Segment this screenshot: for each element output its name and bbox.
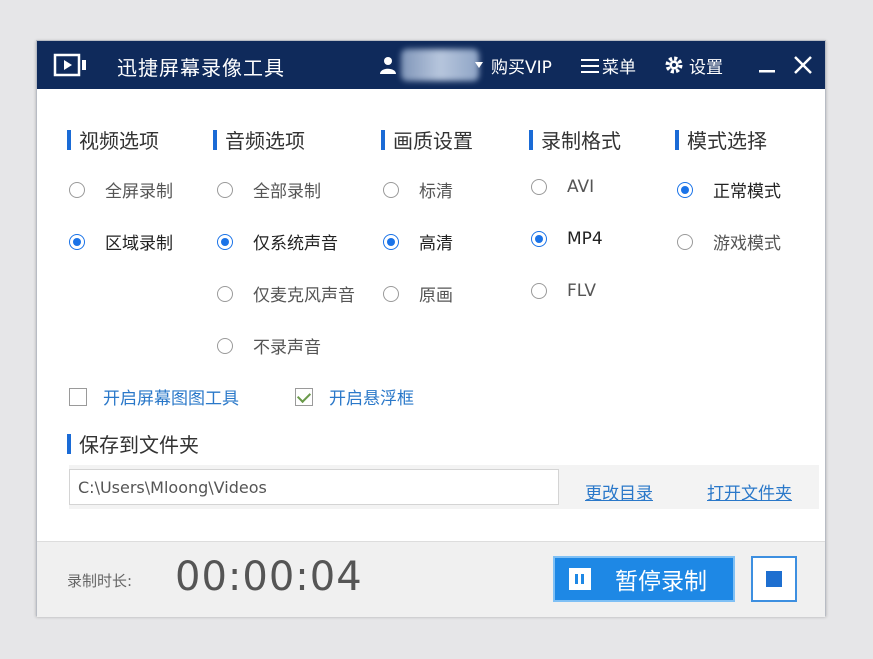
quality-settings-heading: 画质设置	[381, 125, 473, 154]
annotation-tool-label[interactable]: 开启屏幕图图工具	[103, 384, 239, 409]
record-format-heading: 录制格式	[529, 125, 621, 154]
change-directory-link[interactable]: 更改目录	[585, 479, 653, 504]
app-window: 迅捷屏幕录像工具 购买VIP 菜单 设置 视频选项 音频选项 画质设置 录制格式…	[36, 40, 826, 617]
video-options-heading: 视频选项	[67, 125, 159, 154]
quality-settings-title: 画质设置	[393, 129, 473, 153]
user-icon[interactable]	[379, 55, 397, 75]
radio-no-audio[interactable]: 不录声音	[217, 333, 321, 358]
radio-circle[interactable]	[69, 181, 85, 198]
option-label: MP4	[567, 229, 603, 249]
screen-recorder-logo-icon	[53, 53, 86, 77]
option-label: 高清	[419, 234, 453, 254]
save-path-input[interactable]	[69, 469, 559, 505]
buy-vip-link[interactable]: 购买VIP	[491, 53, 552, 78]
radio-circle[interactable]	[217, 181, 233, 198]
radio-game-mode[interactable]: 游戏模式	[677, 229, 781, 254]
option-label: 正常模式	[713, 182, 781, 202]
heading-bar	[67, 129, 71, 150]
option-label: 仅系统声音	[253, 234, 338, 254]
option-label: AVI	[567, 177, 595, 197]
radio-circle-selected[interactable]	[383, 233, 399, 250]
radio-circle[interactable]	[677, 233, 693, 250]
option-label: 标清	[419, 182, 453, 202]
option-label: 仅麦克风声音	[253, 286, 355, 306]
radio-circle[interactable]	[383, 285, 399, 302]
radio-normal-mode[interactable]: 正常模式	[677, 177, 781, 202]
radio-circle[interactable]	[531, 179, 547, 195]
floating-window-checkbox-row[interactable]: 开启悬浮框	[295, 384, 414, 409]
close-icon[interactable]	[789, 51, 817, 79]
mode-select-title: 模式选择	[687, 129, 767, 153]
user-dropdown-arrow-icon[interactable]	[475, 62, 483, 68]
pause-icon	[569, 568, 591, 590]
option-label: 全部录制	[253, 182, 321, 202]
option-label: FLV	[567, 281, 597, 301]
title-bar: 迅捷屏幕录像工具 购买VIP 菜单 设置	[37, 41, 825, 89]
mode-select-heading: 模式选择	[675, 125, 767, 154]
floating-window-label[interactable]: 开启悬浮框	[329, 384, 414, 409]
user-name-blurred[interactable]	[401, 49, 479, 81]
radio-circle-selected[interactable]	[531, 231, 547, 247]
radio-format-mp4[interactable]: MP4	[531, 229, 603, 249]
option-label: 区域录制	[105, 234, 173, 254]
annotation-tool-checkbox-row[interactable]: 开启屏幕图图工具	[69, 384, 239, 409]
radio-circle[interactable]	[217, 337, 233, 354]
option-label: 游戏模式	[713, 234, 781, 254]
radio-circle-selected[interactable]	[677, 181, 693, 198]
save-folder-title: 保存到文件夹	[79, 433, 199, 457]
stop-recording-button[interactable]	[751, 556, 797, 602]
radio-circle-selected[interactable]	[69, 233, 85, 250]
video-options-title: 视频选项	[79, 129, 159, 153]
option-label: 全屏录制	[105, 182, 173, 202]
heading-bar	[213, 129, 217, 150]
menu-button[interactable]: 菜单	[602, 53, 636, 78]
heading-bar	[67, 433, 71, 454]
save-folder-heading: 保存到文件夹	[67, 429, 199, 458]
minimize-icon[interactable]	[753, 51, 781, 79]
radio-circle[interactable]	[217, 285, 233, 302]
radio-region-record[interactable]: 区域录制	[69, 229, 173, 254]
open-folder-link[interactable]: 打开文件夹	[707, 479, 792, 504]
heading-bar	[529, 129, 533, 150]
floating-window-checkbox[interactable]	[295, 387, 313, 406]
option-label: 原画	[419, 286, 453, 306]
heading-bar	[381, 129, 385, 150]
radio-fullscreen-record[interactable]: 全屏录制	[69, 177, 173, 202]
radio-original-quality[interactable]: 原画	[383, 281, 453, 306]
radio-standard-quality[interactable]: 标清	[383, 177, 453, 202]
radio-circle[interactable]	[383, 181, 399, 198]
pause-recording-button[interactable]: 暂停录制	[553, 556, 735, 602]
radio-microphone-only[interactable]: 仅麦克风声音	[217, 281, 355, 306]
option-label: 不录声音	[253, 338, 321, 358]
gear-icon[interactable]	[665, 56, 683, 74]
radio-format-avi[interactable]: AVI	[531, 177, 594, 197]
radio-high-quality[interactable]: 高清	[383, 229, 453, 254]
recording-footer: 录制时长: 00:00:04 暂停录制	[37, 541, 825, 617]
radio-system-audio-only[interactable]: 仅系统声音	[217, 229, 338, 254]
audio-options-title: 音频选项	[225, 129, 305, 153]
annotation-tool-checkbox[interactable]	[69, 387, 87, 406]
audio-options-heading: 音频选项	[213, 125, 305, 154]
radio-circle[interactable]	[531, 283, 547, 299]
settings-button[interactable]: 设置	[689, 53, 723, 78]
pause-recording-label: 暂停录制	[615, 569, 707, 595]
radio-record-all-audio[interactable]: 全部录制	[217, 177, 321, 202]
record-format-title: 录制格式	[541, 129, 621, 153]
duration-timer: 00:00:04	[175, 554, 363, 600]
radio-circle-selected[interactable]	[217, 233, 233, 250]
duration-label: 录制时长:	[67, 572, 133, 590]
heading-bar	[675, 129, 679, 150]
radio-format-flv[interactable]: FLV	[531, 281, 596, 301]
menu-icon[interactable]	[581, 58, 599, 74]
stop-icon	[766, 571, 782, 587]
app-title: 迅捷屏幕录像工具	[117, 56, 285, 80]
